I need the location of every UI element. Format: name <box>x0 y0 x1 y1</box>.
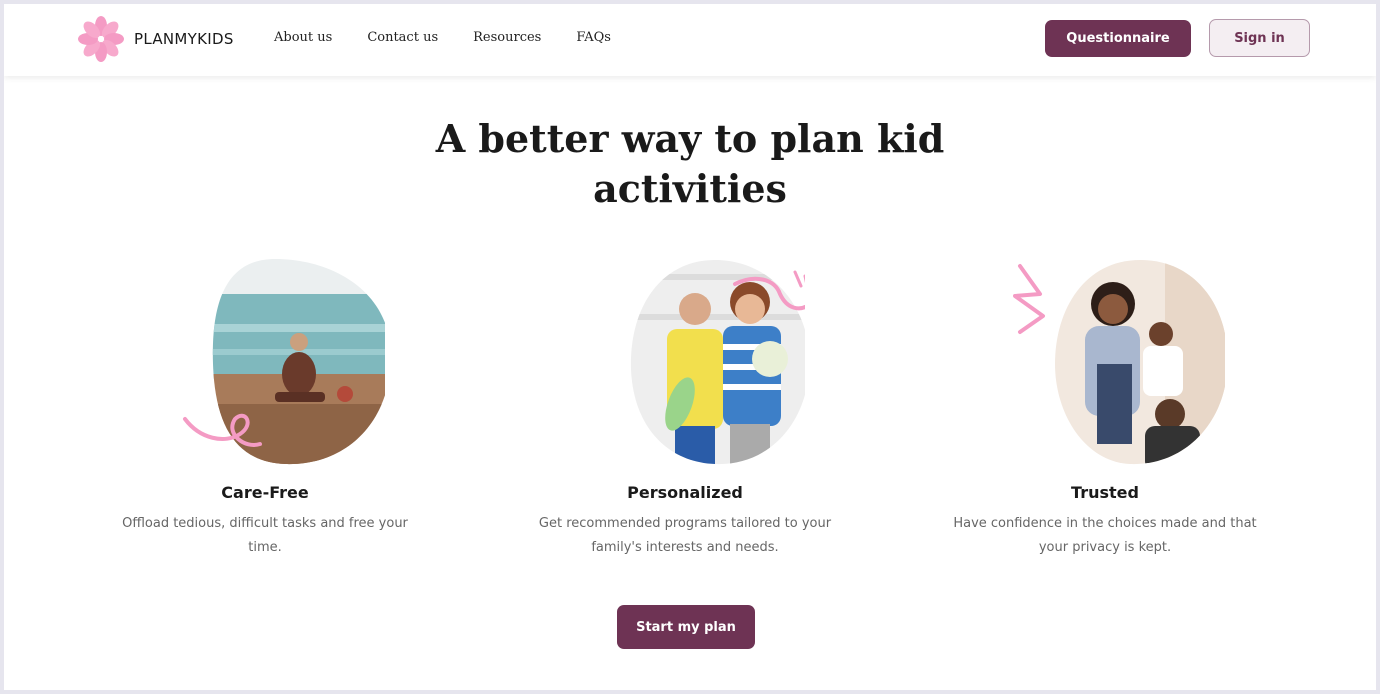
feature-trusted: Trusted Have confidence in the choices m… <box>950 254 1260 560</box>
feature-title: Care-Free <box>221 483 309 502</box>
feature-care-free: Care-Free Offload tedious, difficult tas… <box>110 254 420 560</box>
top-navbar: PLANMYKIDS About us Contact us Resources… <box>4 4 1376 76</box>
nav-about-us[interactable]: About us <box>274 30 332 45</box>
woman-meditating-on-beach-photo <box>183 259 385 465</box>
start-my-plan-button[interactable]: Start my plan <box>617 605 755 649</box>
nav-resources[interactable]: Resources <box>473 30 541 45</box>
feature-personalized: Personalized Get recommended programs ta… <box>530 254 840 560</box>
headline-line-1: A better way to plan kid <box>435 116 945 161</box>
two-kids-with-toys-photo <box>630 260 805 465</box>
headline-line-2: activities <box>593 166 787 211</box>
page-title: A better way to plan kid activities <box>4 114 1376 214</box>
nav-contact-us[interactable]: Contact us <box>367 30 438 45</box>
feature-description: Offload tedious, difficult tasks and fre… <box>122 516 408 555</box>
feature-title: Trusted <box>1071 483 1139 502</box>
sign-in-button[interactable]: Sign in <box>1209 19 1310 57</box>
page: PLANMYKIDS About us Contact us Resources… <box>4 4 1376 690</box>
feature-title: Personalized <box>627 483 743 502</box>
happy-family-playing-photo <box>1013 260 1225 465</box>
nav-links: About us Contact us Resources FAQs <box>274 30 611 45</box>
brand-name: PLANMYKIDS <box>134 30 234 48</box>
nav-faqs[interactable]: FAQs <box>576 30 611 45</box>
feature-description: Have confidence in the choices made and … <box>953 516 1257 555</box>
feature-description: Get recommended programs tailored to you… <box>538 516 832 555</box>
flower-logo-icon <box>78 16 124 62</box>
logo[interactable]: PLANMYKIDS <box>76 14 234 64</box>
questionnaire-button[interactable]: Questionnaire <box>1045 20 1191 57</box>
